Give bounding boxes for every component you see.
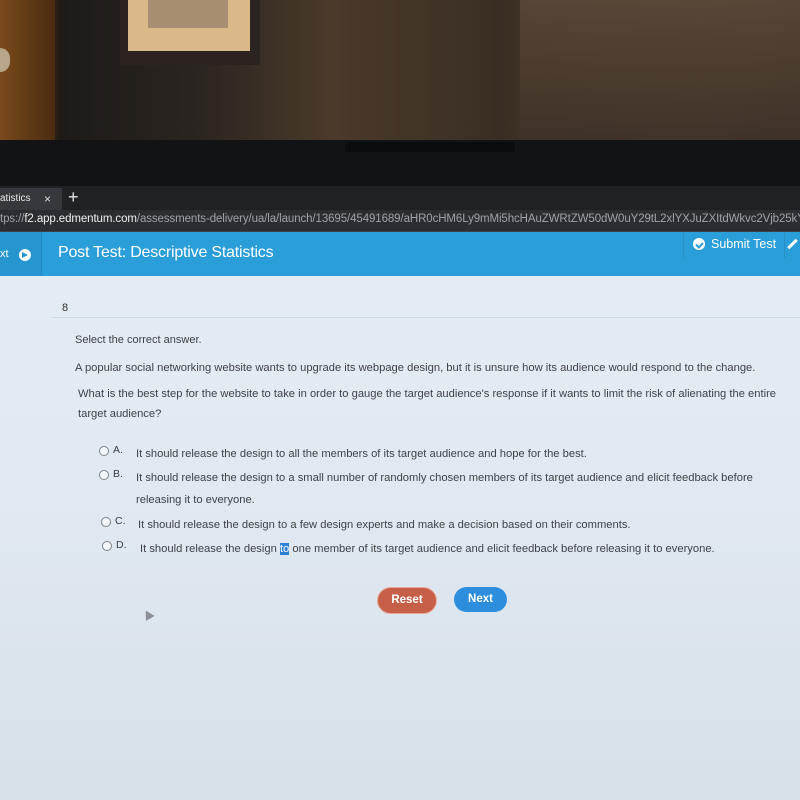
close-tab-icon[interactable]: ×: [44, 188, 51, 210]
submit-test-button[interactable]: Submit Test: [683, 232, 783, 258]
option-text: It should release the design to one memb…: [140, 538, 780, 560]
option-text-after: one member of its target audience and el…: [289, 543, 715, 555]
reset-button[interactable]: Reset: [378, 588, 436, 613]
question-number-bar: 8: [52, 296, 800, 318]
url-host: f2.app.edmentum.com: [24, 213, 137, 225]
option-c[interactable]: C. It should release the design to a few…: [95, 511, 795, 535]
previous-label: xt: [0, 248, 9, 260]
radio-button[interactable]: [102, 541, 112, 551]
question-prompt: A popular social networking website want…: [75, 356, 800, 427]
mouse-cursor-icon: [141, 608, 155, 621]
prompt-line: What is the best step for the website to…: [78, 388, 777, 400]
option-letter: C.: [115, 515, 126, 527]
pencil-icon: [787, 238, 798, 250]
answer-options: A. It should release the design to all t…: [95, 440, 795, 559]
submit-test-label: Submit Test: [711, 237, 777, 251]
question-number: 8: [62, 302, 69, 314]
room-background: [0, 0, 800, 150]
address-bar[interactable]: tps://f2.app.edmentum.com/assessments-de…: [0, 210, 800, 232]
next-button[interactable]: Next: [454, 587, 507, 612]
wall-poster: [520, 0, 800, 145]
previous-button[interactable]: xt: [0, 232, 42, 276]
option-text-before: It should release the design: [140, 543, 280, 555]
option-text: It should release the design to a small …: [136, 472, 753, 506]
picture-art: [148, 0, 228, 28]
url-prefix: tps://: [0, 213, 25, 225]
option-letter: A.: [113, 444, 123, 456]
option-letter: B.: [113, 468, 123, 480]
browser-tab-bar: atistics × +: [0, 186, 800, 210]
option-b[interactable]: B. It should release the design to a sma…: [95, 464, 795, 511]
instruction-text: Select the correct answer.: [75, 334, 202, 346]
option-a[interactable]: A. It should release the design to all t…: [95, 440, 795, 464]
circle-arrow-icon: [19, 249, 31, 261]
door-frame: [0, 0, 55, 150]
url-text[interactable]: tps://f2.app.edmentum.com/assessments-de…: [0, 213, 800, 225]
webcam-housing: [345, 142, 515, 152]
test-header-bar: xt Post Test: Descriptive Statistics Sub…: [0, 232, 800, 276]
prompt-line: A popular social networking website want…: [75, 362, 756, 374]
radio-button[interactable]: [99, 470, 109, 480]
browser-tab[interactable]: atistics ×: [0, 188, 62, 210]
wall-picture: [120, 0, 260, 65]
page-title: Post Test: Descriptive Statistics: [58, 244, 274, 261]
tab-title: atistics: [0, 193, 31, 204]
new-tab-plus-icon[interactable]: +: [68, 186, 79, 208]
text-selection-highlight: to: [279, 543, 290, 555]
option-text: It should release the design to a few de…: [138, 519, 631, 531]
option-d[interactable]: D. It should release the design to one m…: [95, 535, 795, 559]
option-text: It should release the design to all the …: [136, 448, 587, 460]
monitor-bezel: [0, 140, 800, 190]
url-path: /assessments-delivery/ua/la/launch/13695…: [136, 213, 800, 225]
tools-button[interactable]: [784, 232, 800, 258]
radio-button[interactable]: [101, 517, 111, 527]
check-circle-icon: [693, 238, 705, 250]
radio-button[interactable]: [99, 446, 109, 456]
option-letter: D.: [116, 539, 127, 551]
question-panel: 8 Select the correct answer. A popular s…: [0, 276, 800, 800]
